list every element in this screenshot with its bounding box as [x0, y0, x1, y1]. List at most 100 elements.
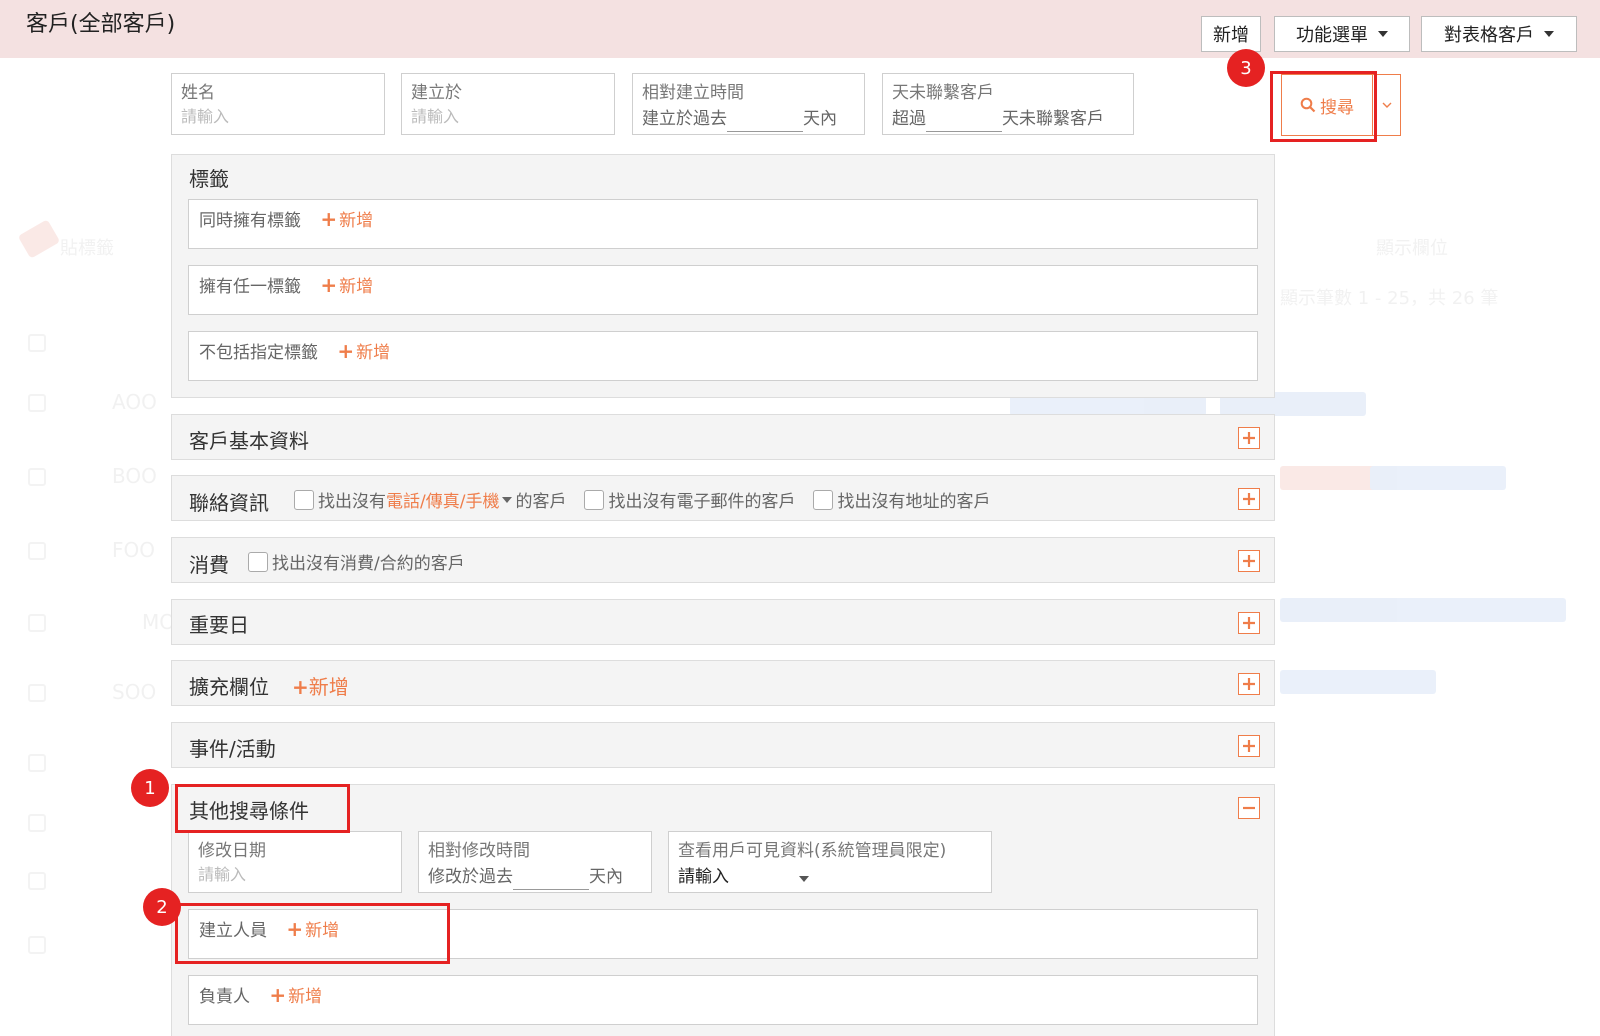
important-dates-section[interactable]: 重要日 — [171, 599, 1275, 645]
relative-modified-days-input[interactable] — [513, 873, 589, 890]
bg-row-check — [28, 542, 46, 560]
no-email-label: 找出沒有電子郵件的客戶 — [608, 492, 796, 512]
tags-any-label: 擁有任一標籤 — [199, 277, 301, 297]
events-title: 事件/活動 — [189, 737, 276, 761]
relative-modified-field[interactable]: 相對修改時間 修改於過去 天內 — [418, 831, 652, 893]
created-at-field[interactable]: 建立於 請輸入 — [401, 73, 615, 135]
tags-section-title: 標籤 — [189, 167, 229, 191]
tags-any-add-label: 新增 — [339, 277, 374, 297]
relative-modified-label: 相對修改時間 — [428, 841, 530, 861]
no-contact-suffix: 天未聯繫客戶 — [1002, 109, 1104, 129]
created-at-placeholder: 請輸入 — [411, 107, 460, 126]
extended-fields-title: 擴充欄位 — [189, 675, 269, 699]
extended-fields-add-button[interactable]: +新增 — [292, 671, 349, 700]
callout-badge-1: 1 — [131, 769, 169, 807]
contact-info-section[interactable]: 聯絡資訊 找出沒有 電話/傳真/手機 的客戶 找出沒有電子郵件的客戶 找出沒有地… — [171, 475, 1275, 521]
important-dates-title: 重要日 — [189, 613, 249, 637]
no-address-checkbox[interactable] — [813, 489, 834, 510]
tags-any-add-button[interactable]: + 新增 — [320, 273, 374, 297]
bg-row-check — [28, 684, 46, 702]
function-menu-button[interactable]: 功能選單 — [1274, 16, 1410, 52]
bg-row: SOO — [112, 680, 157, 704]
no-address-label: 找出沒有地址的客戶 — [837, 492, 991, 512]
expand-plus-icon[interactable] — [1238, 488, 1260, 510]
no-contact-field[interactable]: 天未聯繫客戶 超過 天未聯繫客戶 — [882, 73, 1134, 135]
no-phone-prefix: 找出沒有 — [318, 492, 386, 512]
tags-all-add-button[interactable]: + 新增 — [320, 207, 373, 231]
bg-tag — [1280, 670, 1436, 694]
tags-any-row[interactable]: 擁有任一標籤 + 新增 — [188, 265, 1258, 315]
table-customers-label: 對表格客戶 — [1444, 25, 1534, 46]
no-email-checkbox[interactable] — [584, 489, 605, 510]
owner-add-button[interactable]: + 新增 — [269, 983, 322, 1007]
relative-created-field[interactable]: 相對建立時間 建立於過去 天內 — [632, 73, 865, 135]
bg-row-check — [28, 754, 46, 772]
creator-add-label: 新增 — [305, 921, 340, 941]
visible-data-value: 請輸入 — [678, 867, 729, 887]
events-section[interactable]: 事件/活動 — [171, 722, 1275, 768]
no-consumption-checkbox[interactable] — [248, 551, 268, 572]
basic-info-title: 客戶基本資料 — [189, 429, 309, 453]
search-button-label: 搜尋 — [1320, 97, 1354, 118]
phone-type-select[interactable]: 電話/傳真/手機 — [386, 487, 499, 512]
tags-exclude-label: 不包括指定標籤 — [199, 343, 318, 363]
relative-created-suffix: 天內 — [803, 109, 837, 129]
modified-date-label: 修改日期 — [198, 841, 266, 861]
basic-info-section[interactable]: 客戶基本資料 — [171, 414, 1275, 460]
owner-row[interactable]: 負責人 + 新增 — [188, 975, 1258, 1025]
relative-created-label: 相對建立時間 — [642, 83, 744, 103]
name-field-placeholder: 請輸入 — [181, 107, 230, 126]
callout-badge-3: 3 — [1227, 49, 1265, 87]
name-field[interactable]: 姓名 請輸入 — [171, 73, 385, 135]
new-button-label: 新增 — [1213, 25, 1249, 46]
consumption-section[interactable]: 消費 找出沒有消費/合約的客戶 — [171, 537, 1275, 583]
table-customers-button[interactable]: 對表格客戶 — [1421, 16, 1577, 52]
bg-row: FOO — [112, 538, 155, 562]
expand-plus-icon[interactable] — [1238, 550, 1260, 572]
bg-toolbar-label: 貼標籤 — [60, 238, 114, 259]
bg-tag — [1280, 598, 1396, 622]
chevron-down-icon — [1544, 31, 1554, 37]
plus-icon: + — [269, 983, 287, 1007]
bg-select-all — [28, 334, 46, 352]
relative-created-days-input[interactable] — [727, 115, 803, 132]
creator-add-button[interactable]: + 新增 — [286, 917, 340, 941]
tags-exclude-row[interactable]: 不包括指定標籤 + 新增 — [188, 331, 1258, 381]
search-button[interactable]: 搜尋 — [1281, 74, 1373, 136]
creator-row[interactable]: 建立人員 + 新增 — [188, 909, 1258, 959]
visible-data-field[interactable]: 查看用戶可見資料(系統管理員限定) 請輸入 — [668, 831, 992, 893]
search-options-dropdown[interactable] — [1373, 74, 1401, 136]
extended-fields-section[interactable]: 擴充欄位 +新增 — [171, 660, 1275, 706]
collapse-minus-icon[interactable] — [1238, 797, 1260, 819]
modified-date-placeholder: 請輸入 — [198, 865, 247, 884]
bg-row-check — [28, 614, 46, 632]
chevron-down-icon[interactable] — [799, 876, 809, 882]
chevron-down-icon[interactable] — [502, 496, 513, 503]
bg-row-check — [28, 394, 46, 412]
owner-label: 負責人 — [199, 987, 250, 1007]
expand-plus-icon[interactable] — [1238, 427, 1260, 449]
other-conditions-title: 其他搜尋條件 — [189, 799, 309, 823]
contact-info-title: 聯絡資訊 — [189, 491, 269, 515]
function-menu-label: 功能選單 — [1296, 25, 1368, 46]
no-phone-suffix: 的客戶 — [515, 492, 567, 512]
page-title: 客戶(全部客戶) — [26, 12, 176, 37]
relative-created-prefix: 建立於過去 — [642, 109, 727, 129]
expand-plus-icon[interactable] — [1238, 673, 1260, 695]
bg-tag — [1280, 466, 1376, 490]
tags-exclude-add-button[interactable]: + 新增 — [337, 339, 390, 363]
plus-icon: + — [320, 207, 338, 231]
no-phone-checkbox[interactable] — [294, 489, 314, 510]
expand-plus-icon[interactable] — [1238, 612, 1260, 634]
bg-display-fields: 顯示欄位 — [1376, 238, 1448, 259]
modified-date-field[interactable]: 修改日期 請輸入 — [188, 831, 402, 893]
expand-plus-icon[interactable] — [1238, 735, 1260, 757]
bg-row-check — [28, 936, 46, 954]
new-button[interactable]: 新增 — [1201, 16, 1261, 52]
name-field-label: 姓名 — [181, 83, 215, 103]
plus-icon: + — [320, 273, 338, 297]
search-icon — [1300, 97, 1316, 113]
tags-all-row[interactable]: 同時擁有標籤 + 新增 — [188, 199, 1258, 249]
relative-modified-suffix: 天內 — [589, 867, 623, 887]
no-contact-days-input[interactable] — [926, 115, 1002, 132]
